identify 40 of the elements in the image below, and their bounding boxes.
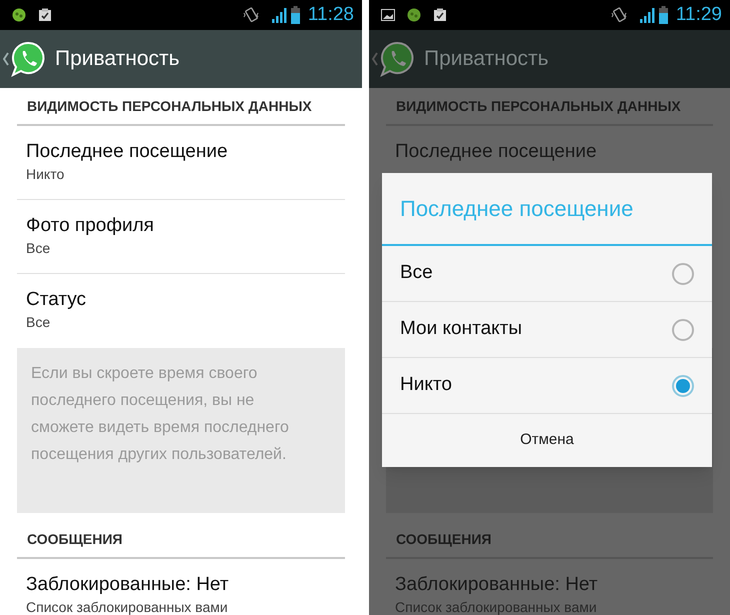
section-heading: ВИДИМОСТЬ ПЕРСОНАЛЬНЫХ ДАННЫХ [27,98,312,114]
clock-time: 11:29 [676,2,722,27]
signal-bars-icon [638,7,655,23]
back-chevron-icon[interactable] [372,52,378,66]
note-text: Если вы скроете время своего последнего посещения, вы не сможете видеть время последнего посещения других пользователей. [31,364,290,465]
vibrate-phone-icon [610,7,627,23]
clipboard-check-icon [433,8,447,22]
setting-title[interactable]: Заблокированные: Нет [26,573,345,597]
setting-title[interactable]: Статус [26,288,345,312]
radio-button[interactable] [672,262,694,284]
setting-title[interactable]: Фото профиля [26,214,345,238]
clock-time: 11:28 [308,2,354,27]
section-heading: СООБЩЕНИЯ [27,531,122,547]
vibrate-phone-icon [242,7,259,23]
radio-button[interactable] [672,318,694,340]
option-label: Никто [400,373,453,398]
setting-value: Все [26,313,52,332]
cancel-button[interactable]: Отмена [382,414,712,467]
screen-title: Приватность [424,46,549,72]
setting-value: Все [26,239,52,258]
section-heading: ВИДИМОСТЬ ПЕРСОНАЛЬНЫХ ДАННЫХ [396,98,681,114]
back-chevron-icon[interactable] [3,52,9,66]
setting-value: Никто [26,165,66,184]
setting-title[interactable]: Последнее посещение [26,140,345,164]
setting-value: Список заблокированных вами [395,598,598,615]
signal-bars-icon [270,7,287,23]
option-row[interactable]: Все [382,246,712,302]
clipboard-check-icon [38,8,52,22]
option-row[interactable]: Никто [382,358,712,414]
section-heading: СООБЩЕНИЯ [396,531,492,547]
image-icon [381,8,395,22]
battery-icon [290,6,300,24]
option-label: Все [400,261,434,286]
setting-value: Список заблокированных вами [26,598,229,615]
option-row[interactable]: Мои контакты [382,302,712,358]
radio-button[interactable] [672,374,694,396]
dialog-title: Последнее посещение [400,195,634,223]
battery-icon [658,6,668,24]
option-label: Мои контакты [400,317,524,342]
screen-title: Приватность [55,46,180,72]
